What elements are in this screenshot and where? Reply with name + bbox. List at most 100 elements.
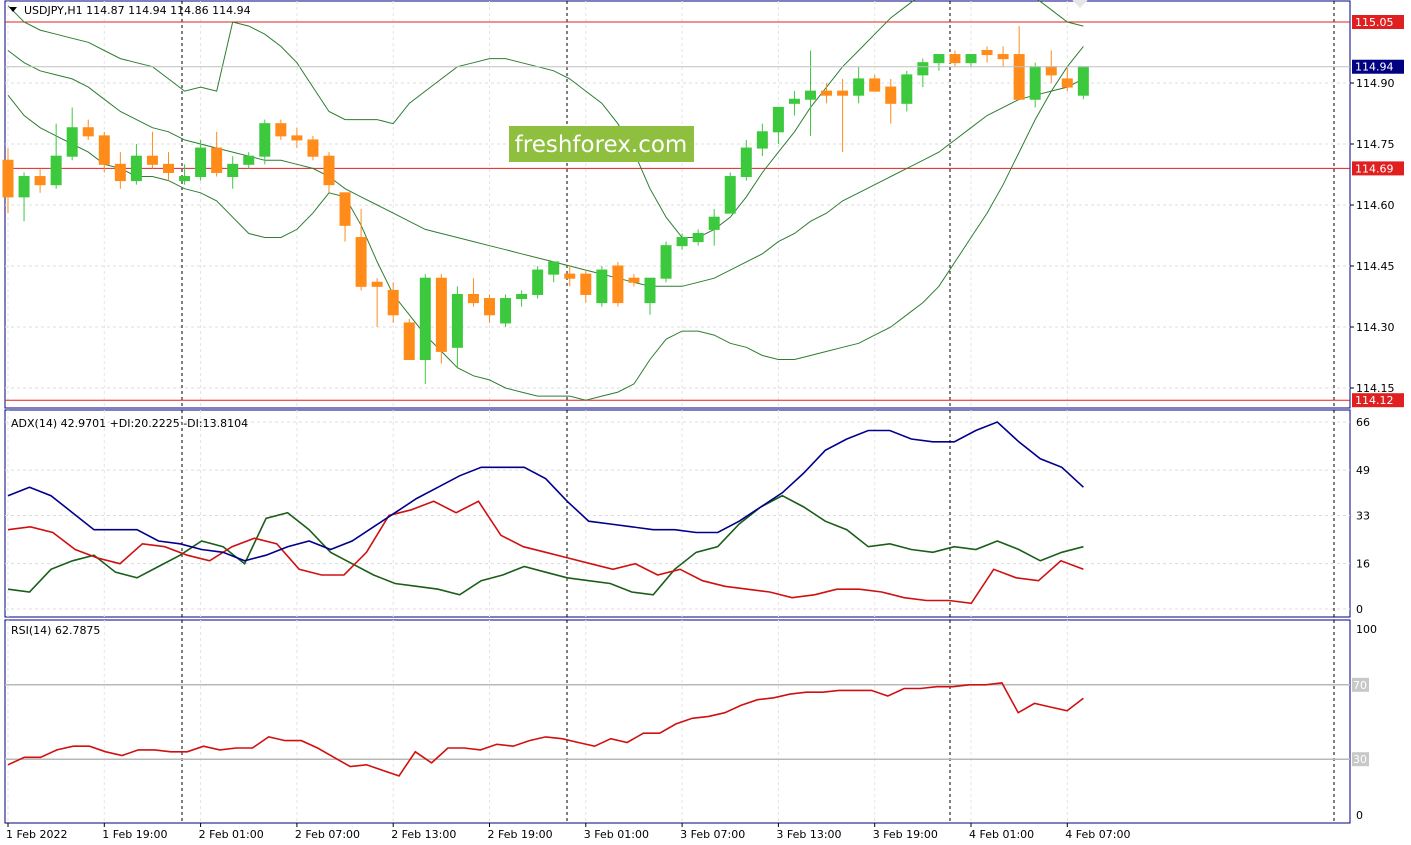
- plus-di-line: [7, 494, 1084, 596]
- candle: [532, 266, 544, 299]
- candle: [18, 172, 30, 222]
- candle: [419, 274, 431, 384]
- time-tick-label: 3 Feb 19:00: [873, 828, 938, 841]
- candle: [885, 78, 897, 124]
- panel-border-2: [4, 409, 1351, 618]
- candle-body: [965, 54, 977, 64]
- candle-body: [227, 163, 239, 178]
- adx-header: ADX(14) 42.9701 +DI:20.2225 -DI:13.8104: [11, 417, 248, 430]
- candle: [323, 152, 335, 193]
- candle: [837, 78, 849, 153]
- time-tick-label: 2 Feb 19:00: [488, 828, 553, 841]
- candle-body: [869, 78, 881, 92]
- rsi-header: RSI(14) 62.7875: [11, 624, 100, 637]
- candle: [1077, 66, 1089, 100]
- candle-body: [885, 86, 897, 104]
- watermark-text: freshforex.com: [515, 132, 688, 158]
- time-tick-label: 2 Feb 13:00: [391, 828, 456, 841]
- main-panel[interactable]: 115.05 114.69 114.12 114.90 114.75 114.60 114.…: [2, 0, 1404, 408]
- candle-body: [130, 155, 142, 182]
- candle: [949, 50, 961, 67]
- candle: [805, 50, 816, 136]
- candle-body: [724, 176, 736, 214]
- candle-body: [179, 176, 191, 182]
- candle: [901, 70, 913, 112]
- panel-frames: [4, 0, 1351, 824]
- rsi-line: [7, 682, 1084, 777]
- level-label-2: 114.12: [1355, 394, 1394, 407]
- candle: [965, 54, 977, 67]
- rsi-panel[interactable]: 100 70 30 0: [5, 620, 1377, 823]
- symbol-dropdown-icon[interactable]: [9, 7, 17, 12]
- price-tick-label: 114.90: [1356, 77, 1395, 90]
- candle: [869, 74, 881, 92]
- candle: [596, 266, 608, 307]
- candle: [130, 144, 142, 185]
- candle-body: [772, 106, 784, 133]
- candle-body: [564, 273, 576, 279]
- candle: [435, 274, 447, 364]
- candle-body: [997, 54, 1009, 60]
- candle: [451, 286, 463, 368]
- candle: [403, 318, 415, 361]
- adx-panel[interactable]: 66 49 33 16 0: [5, 410, 1370, 617]
- candle-body: [403, 322, 415, 361]
- candle: [788, 91, 800, 116]
- candle: [195, 139, 207, 181]
- candle: [227, 156, 239, 189]
- candle: [114, 152, 126, 189]
- candle: [484, 294, 495, 323]
- candle: [1029, 62, 1041, 108]
- candle: [772, 106, 784, 144]
- rsi-tick-label: 0: [1356, 809, 1363, 822]
- candle-body: [788, 98, 800, 104]
- candle-body: [291, 135, 303, 141]
- candle: [724, 172, 736, 214]
- candle-body: [805, 90, 816, 100]
- adx-tick-label: 66: [1356, 416, 1370, 429]
- candle: [628, 274, 640, 287]
- minus-di-line: [7, 500, 1084, 605]
- adx-tick-label: 16: [1356, 558, 1370, 571]
- time-tick-label: 3 Feb 01:00: [584, 828, 649, 841]
- candle: [564, 266, 576, 287]
- candle-body: [1077, 66, 1089, 96]
- adx-tick-label: 33: [1356, 510, 1370, 523]
- candle-body: [708, 216, 720, 230]
- candle-body: [981, 49, 993, 56]
- adx-tick-label: 49: [1356, 464, 1370, 477]
- level-label-0: 115.05: [1355, 16, 1394, 29]
- candle-body: [243, 155, 255, 165]
- candle: [98, 131, 110, 173]
- rsi-tick-label: 70: [1353, 679, 1367, 692]
- candle-body: [628, 277, 640, 283]
- candle: [291, 127, 303, 149]
- candle: [821, 83, 833, 104]
- rsi-tick-label: 30: [1353, 753, 1367, 766]
- candle: [580, 270, 592, 303]
- candle-body: [339, 192, 351, 226]
- current-price-label: 114.94: [1355, 61, 1394, 74]
- candle-body: [163, 163, 174, 173]
- price-tick-label: 114.60: [1356, 199, 1395, 212]
- candle: [612, 261, 624, 307]
- candle-body: [692, 232, 704, 243]
- candle-body: [1013, 54, 1025, 100]
- candle-body: [740, 147, 752, 178]
- candle-body: [435, 277, 447, 352]
- price-tick-label: 114.30: [1356, 321, 1395, 334]
- candle-body: [50, 155, 62, 186]
- candle-body: [371, 281, 383, 287]
- candle-body: [500, 298, 512, 324]
- candle: [82, 119, 94, 140]
- candle: [933, 54, 945, 71]
- time-tick-label: 1 Feb 19:00: [102, 828, 167, 841]
- candle-body: [467, 293, 479, 304]
- candle-body: [853, 78, 865, 96]
- candle: [676, 233, 688, 250]
- candle-body: [259, 123, 271, 157]
- candle-body: [660, 245, 672, 279]
- time-tick-label: 3 Feb 07:00: [680, 828, 745, 841]
- candle-body: [387, 289, 399, 316]
- scroll-marker-icon[interactable]: [1072, 0, 1088, 8]
